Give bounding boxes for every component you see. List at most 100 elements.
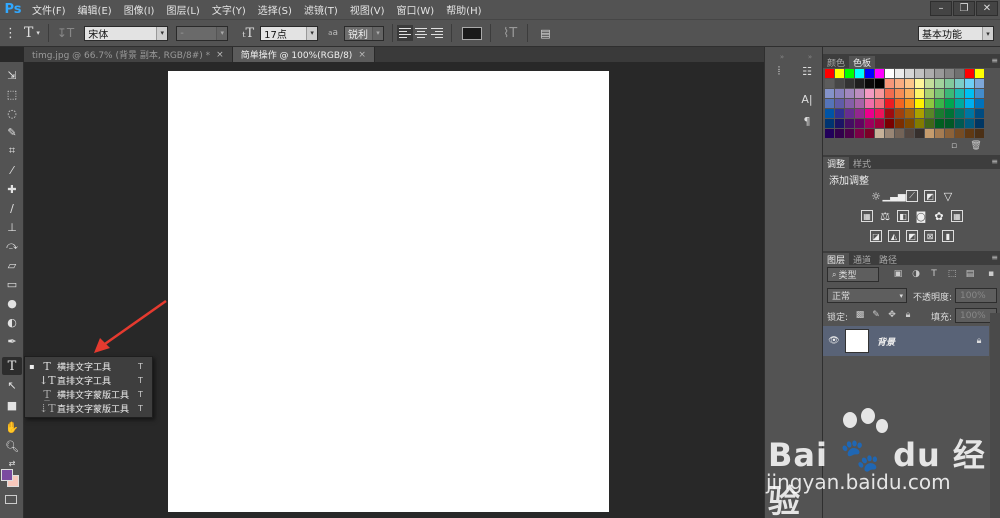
swatch[interactable]	[975, 79, 984, 88]
color-balance-icon[interactable]: ⚖	[879, 210, 891, 223]
menu-item-horizontal-type[interactable]: ▪ T 横排文字工具 T	[25, 359, 152, 373]
swatch[interactable]	[845, 129, 854, 138]
lock-pixels-icon[interactable]: ✎	[871, 310, 881, 320]
swatch[interactable]	[935, 109, 944, 118]
path-selection-tool-icon[interactable]: ↖	[2, 376, 22, 394]
lock-all-icon[interactable]: 🔒︎	[903, 310, 913, 320]
swatch[interactable]	[855, 79, 864, 88]
swatch[interactable]	[945, 89, 954, 98]
swatch[interactable]	[945, 69, 954, 78]
swatch[interactable]	[855, 109, 864, 118]
align-center-icon[interactable]	[413, 25, 429, 41]
close-icon[interactable]: ×	[216, 50, 224, 60]
swatch[interactable]	[935, 89, 944, 98]
font-size-select[interactable]: 17点 ▾	[260, 25, 319, 41]
layer-row-background[interactable]: 👁︎ 背景 🔒︎	[823, 326, 989, 356]
swatch[interactable]	[845, 109, 854, 118]
hand-tool-icon[interactable]: ✋	[2, 418, 22, 436]
levels-icon[interactable]: ▁▃▅	[882, 190, 905, 202]
swatch[interactable]	[905, 79, 914, 88]
swatch[interactable]	[935, 129, 944, 138]
swatch[interactable]	[845, 119, 854, 128]
panel-menu-icon[interactable]: ≡	[991, 157, 998, 166]
close-icon[interactable]: ×	[358, 50, 366, 60]
swatch[interactable]	[925, 79, 934, 88]
swatch[interactable]	[865, 69, 874, 78]
swatch[interactable]	[835, 99, 844, 108]
swatch[interactable]	[905, 119, 914, 128]
swatch[interactable]	[825, 109, 834, 118]
close-icon[interactable]: ✕	[976, 1, 998, 16]
workspace-select[interactable]: 基本功能 ▾	[918, 26, 994, 41]
swatch[interactable]	[975, 99, 984, 108]
history-brush-tool-icon[interactable]: ⤼	[2, 237, 22, 255]
swatch[interactable]	[885, 89, 894, 98]
pen-tool-icon[interactable]: ✒	[2, 332, 22, 350]
tab-styles[interactable]: 样式	[849, 157, 875, 170]
type-filter-icon[interactable]: T	[929, 269, 939, 279]
swatch[interactable]	[935, 119, 944, 128]
color-lookup-icon[interactable]: ▦	[951, 210, 963, 222]
swatch[interactable]	[865, 129, 874, 138]
font-style-select[interactable]: - ▾	[176, 25, 229, 41]
tab-simple-operation[interactable]: 简单操作 @ 100%(RGB/8) ×	[232, 47, 375, 62]
tab-timg[interactable]: timg.jpg @ 66.7% (背景 副本, RGB/8#) * ×	[24, 47, 233, 62]
swatch[interactable]	[975, 109, 984, 118]
lasso-tool-icon[interactable]: ◌	[2, 104, 22, 122]
swatch[interactable]	[905, 99, 914, 108]
swatch[interactable]	[895, 109, 904, 118]
swatch[interactable]	[895, 89, 904, 98]
crop-tool-icon[interactable]: ⌗	[2, 142, 22, 160]
lock-position-icon[interactable]: ✥	[887, 310, 897, 320]
align-left-icon[interactable]	[396, 25, 413, 41]
shape-tool-icon[interactable]: ■	[2, 396, 22, 414]
swatch[interactable]	[875, 89, 884, 98]
smart-object-filter-icon[interactable]: ▤	[965, 269, 975, 279]
swatch[interactable]	[835, 119, 844, 128]
posterize-icon[interactable]: ◭	[888, 230, 900, 242]
swatch[interactable]	[905, 109, 914, 118]
invert-icon[interactable]: ◪	[870, 230, 882, 242]
swatch[interactable]	[895, 69, 904, 78]
swatch[interactable]	[945, 79, 954, 88]
swatch[interactable]	[965, 69, 974, 78]
quick-mask-icon[interactable]	[5, 495, 17, 504]
swatch[interactable]	[855, 69, 864, 78]
history-panel-icon[interactable]: ⦙	[770, 63, 788, 79]
dodge-tool-icon[interactable]: ◐	[2, 313, 22, 331]
swatch[interactable]	[865, 109, 874, 118]
layer-filter-select[interactable]: ⌕ 类型	[827, 267, 879, 282]
text-color-swatch[interactable]	[461, 26, 482, 40]
swatch[interactable]	[875, 99, 884, 108]
swatch[interactable]	[845, 69, 854, 78]
menu-item-vertical-type-mask[interactable]: ⇣T 直排文字蒙版工具 T	[25, 401, 152, 415]
tab-channels[interactable]: 通道	[849, 253, 875, 266]
swatch[interactable]	[855, 99, 864, 108]
swatch[interactable]	[835, 79, 844, 88]
menu-filter[interactable]: 滤镜(T)	[298, 2, 344, 17]
swatch[interactable]	[865, 89, 874, 98]
swatch[interactable]	[855, 89, 864, 98]
swatch[interactable]	[965, 119, 974, 128]
swatch[interactable]	[865, 79, 874, 88]
opacity-input[interactable]: 100%	[955, 288, 997, 303]
clone-stamp-tool-icon[interactable]: ⊥	[2, 218, 22, 236]
menu-view[interactable]: 视图(V)	[344, 2, 391, 17]
swatch[interactable]	[965, 79, 974, 88]
panel-menu-icon[interactable]: ≡	[991, 56, 998, 65]
swatch[interactable]	[965, 89, 974, 98]
zoom-tool-icon[interactable]: 🔍︎	[2, 437, 22, 455]
menu-image[interactable]: 图像(I)	[118, 2, 161, 17]
swatches-grid[interactable]	[825, 69, 984, 138]
swatch[interactable]	[855, 129, 864, 138]
blur-tool-icon[interactable]: ●	[2, 294, 22, 312]
warp-text-icon[interactable]: ⌇T	[499, 26, 521, 41]
swatch[interactable]	[935, 69, 944, 78]
swatch[interactable]	[925, 109, 934, 118]
brush-tool-icon[interactable]: ∕	[2, 199, 22, 217]
swatch[interactable]	[975, 69, 984, 78]
move-tool-icon[interactable]: ⇲	[2, 66, 22, 84]
minimize-icon[interactable]: –	[930, 1, 952, 16]
character-panel-icon[interactable]: ▤	[536, 27, 554, 40]
swatch[interactable]	[825, 79, 834, 88]
